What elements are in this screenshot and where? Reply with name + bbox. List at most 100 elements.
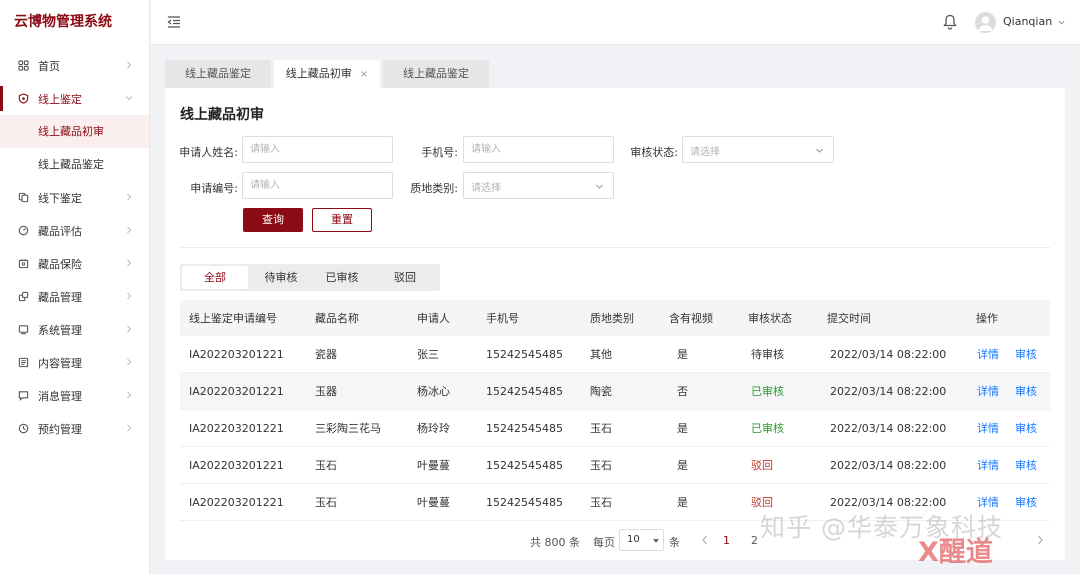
menu-fold-icon[interactable]: [166, 14, 182, 30]
table-cell-material: 玉石: [590, 422, 612, 435]
sidebar-item-home[interactable]: 首页: [0, 49, 149, 82]
chevron-down-icon: [816, 148, 823, 153]
table-row: IA202203201221 玉石 叶曼蔓 15242545485 玉石 是 驳回 2022/…: [180, 447, 1050, 484]
page-size-select[interactable]: 10: [619, 529, 664, 551]
chevron-right-icon[interactable]: [1035, 534, 1045, 546]
sidebar-item-reservation-management[interactable]: 预约管理: [0, 412, 149, 445]
detail-link[interactable]: 详情: [977, 457, 999, 473]
reset-button[interactable]: 重置: [312, 208, 372, 232]
status-filter-tabs: 全部 待审核 已审核 驳回: [180, 264, 440, 291]
sidebar-item-collection-management[interactable]: 藏品管理: [0, 280, 149, 313]
chevron-down-icon: [596, 184, 603, 189]
copy-icon: [16, 191, 30, 205]
tab-label: 线上藏品鉴定: [403, 67, 469, 80]
pagination-per-page-label: 每页: [593, 536, 615, 549]
column-header: 含有视频: [669, 312, 713, 325]
column-header: 审核状态: [748, 312, 792, 325]
table-cell-actions: 详情 审核: [977, 373, 1053, 409]
table-cell-phone: 15242545485: [486, 421, 563, 435]
avatar[interactable]: [975, 12, 996, 33]
table-cell-phone: 15242545485: [486, 384, 563, 398]
tab-online-preliminary-review[interactable]: 线上藏品初审 ×: [274, 60, 380, 88]
phone-input[interactable]: [463, 136, 614, 163]
user-avatar-icon: [978, 16, 993, 31]
table-cell-id: IA202203201221: [189, 495, 284, 509]
sidebar-subitem-online-preliminary-review[interactable]: 线上藏品初审: [0, 115, 149, 148]
table-cell-applicant: 张三: [417, 348, 439, 361]
column-header: 申请人: [417, 312, 450, 325]
sidebar-item-collection-insurance[interactable]: 藏品保险: [0, 247, 149, 280]
sidebar-item-online-appraisal[interactable]: 线上鉴定: [0, 82, 149, 115]
tab-online-appraisal[interactable]: 线上藏品鉴定: [165, 60, 271, 88]
shield-icon: [16, 92, 30, 106]
sidebar-item-label: 藏品管理: [38, 290, 82, 304]
table-cell-id: IA202203201221: [189, 384, 284, 398]
status-select-placeholder: 请选择: [690, 147, 720, 158]
material-select[interactable]: 请选择: [463, 172, 614, 199]
page-size-value: 10: [627, 534, 640, 545]
pagination-unit-label: 条: [669, 536, 680, 549]
table-cell-actions: 详情 审核: [977, 447, 1053, 483]
table-cell-applicant: 杨玲玲: [417, 422, 450, 435]
status-badge: 驳回: [751, 459, 773, 472]
sidebar-subitem-online-appraisal[interactable]: 线上藏品鉴定: [0, 148, 149, 181]
status-tab-pending[interactable]: 待审核: [248, 266, 314, 289]
content-icon: [16, 356, 30, 370]
column-header: 质地类别: [590, 312, 634, 325]
status-tab-rejected[interactable]: 驳回: [372, 266, 438, 289]
table-cell-applicant: 叶曼蔓: [417, 496, 450, 509]
sidebar-item-label: 首页: [38, 59, 60, 73]
top-header: Qianqian: [151, 0, 1080, 45]
sidebar-item-content-management[interactable]: 内容管理: [0, 346, 149, 379]
message-icon: [16, 389, 30, 403]
table-cell-video: 是: [677, 496, 688, 509]
review-link[interactable]: 审核: [1015, 383, 1037, 399]
chevron-left-icon[interactable]: [700, 534, 710, 546]
divider: [180, 247, 1050, 248]
page-number-1[interactable]: 1: [723, 534, 730, 547]
review-link[interactable]: 审核: [1015, 457, 1037, 473]
applicant-name-input[interactable]: [242, 136, 393, 163]
bell-icon[interactable]: [941, 13, 959, 31]
caret-down-icon: [653, 539, 659, 543]
application-number-input[interactable]: [242, 172, 393, 199]
table-cell-applicant: 杨冰心: [417, 385, 450, 398]
detail-link[interactable]: 详情: [977, 494, 999, 510]
app-title: 云博物管理系统: [14, 14, 112, 30]
table-row: IA202203201221 瓷器 张三 15242545485 其他 是 待审核 2022/…: [180, 336, 1050, 373]
sidebar-item-collection-evaluation[interactable]: 藏品评估: [0, 214, 149, 247]
page-title: 线上藏品初审: [180, 107, 264, 123]
user-menu[interactable]: Qianqian: [1003, 15, 1065, 28]
status-tab-all[interactable]: 全部: [182, 266, 248, 289]
tab-online-appraisal-2[interactable]: 线上藏品鉴定: [383, 60, 489, 88]
table-row: IA202203201221 三彩陶三花马 杨玲玲 15242545485 玉石 是 已审核…: [180, 410, 1050, 447]
chevron-down-icon: [1058, 20, 1065, 24]
chevron-right-icon: [127, 226, 132, 234]
close-icon[interactable]: ×: [360, 69, 368, 80]
sidebar-item-system-management[interactable]: 系统管理: [0, 313, 149, 346]
review-link[interactable]: 审核: [1015, 420, 1037, 436]
column-header: 操作: [976, 312, 998, 325]
chevron-right-icon: [127, 193, 132, 201]
sidebar-item-offline-appraisal[interactable]: 线下鉴定: [0, 181, 149, 214]
table-cell-name: 玉器: [315, 385, 337, 398]
page-number-2[interactable]: 2: [751, 534, 758, 547]
sidebar-item-label: 线上鉴定: [38, 92, 82, 106]
table-cell-time: 2022/03/14 08:22:00: [830, 347, 947, 361]
sidebar-item-label: 内容管理: [38, 356, 82, 370]
status-select[interactable]: 请选择: [682, 136, 834, 163]
review-link[interactable]: 审核: [1015, 346, 1037, 362]
gauge-icon: [16, 224, 30, 238]
table-cell-phone: 15242545485: [486, 458, 563, 472]
detail-link[interactable]: 详情: [977, 346, 999, 362]
sidebar-item-message-management[interactable]: 消息管理: [0, 379, 149, 412]
status-tab-approved[interactable]: 已审核: [309, 266, 375, 289]
detail-link[interactable]: 详情: [977, 420, 999, 436]
table-cell-time: 2022/03/14 08:22:00: [830, 421, 947, 435]
column-header: 线上鉴定申请编号: [189, 312, 277, 325]
query-button[interactable]: 查询: [243, 208, 303, 232]
review-link[interactable]: 审核: [1015, 494, 1037, 510]
sidebar-item-label: 消息管理: [38, 389, 82, 403]
detail-link[interactable]: 详情: [977, 383, 999, 399]
table-cell-actions: 详情 审核: [977, 484, 1053, 520]
